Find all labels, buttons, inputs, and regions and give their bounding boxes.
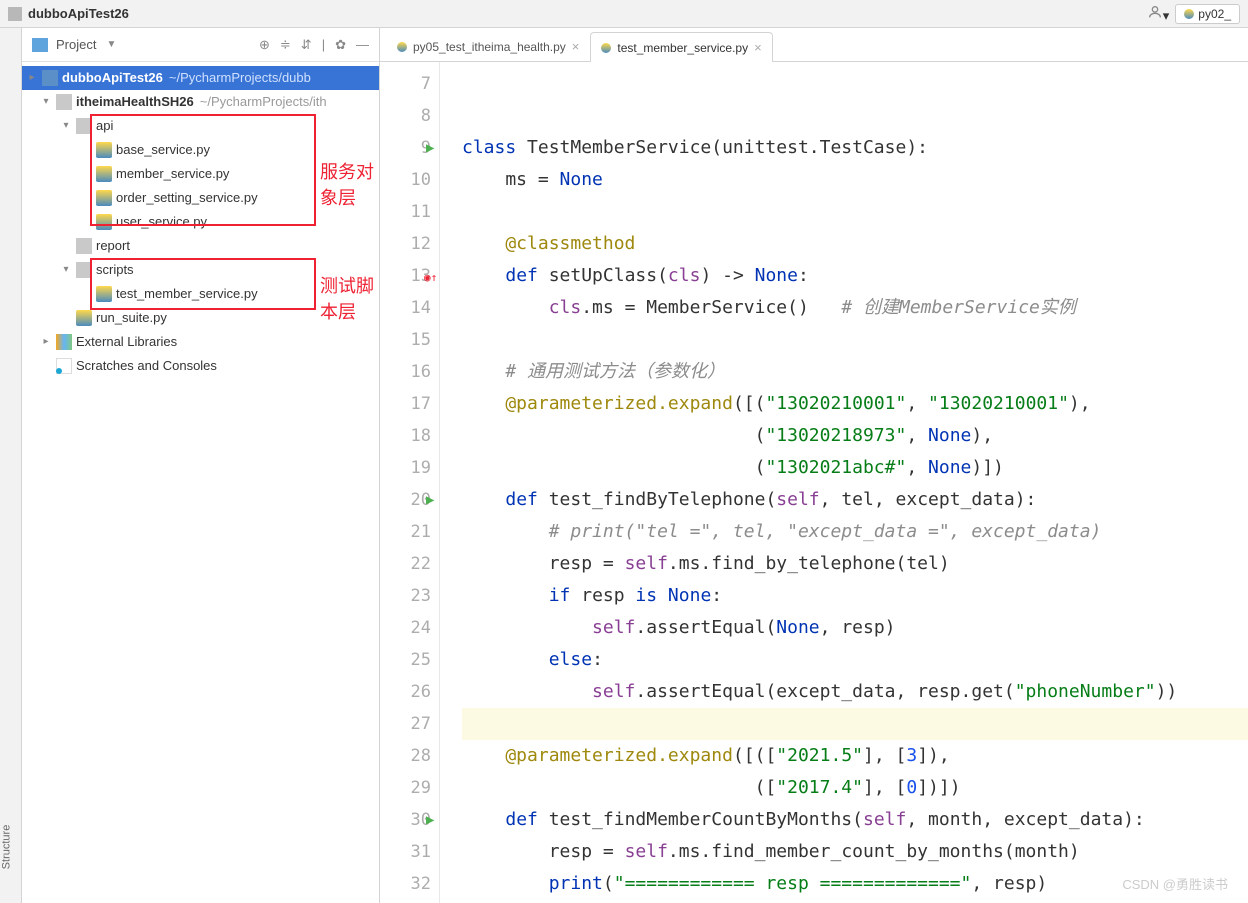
- code-content[interactable]: class TestMemberService(unittest.TestCas…: [440, 62, 1248, 903]
- panel-tools: ⊕ ≑ ⇵ | ✿ —: [259, 37, 369, 53]
- folder-icon: [76, 262, 92, 278]
- hide-icon[interactable]: —: [356, 37, 369, 53]
- run-gutter-icon[interactable]: ▶: [426, 484, 434, 516]
- collapse-all-icon[interactable]: ⇵: [301, 37, 312, 53]
- folder-icon: [8, 7, 22, 21]
- project-panel: Project ▼ ⊕ ≑ ⇵ | ✿ — dubboApiTest26~/Py…: [22, 28, 380, 903]
- divider: |: [322, 37, 325, 53]
- python-file-icon: [96, 166, 112, 182]
- folder-icon: [56, 94, 72, 110]
- python-file-icon: [96, 214, 112, 230]
- folder-icon: [76, 118, 92, 134]
- override-gutter-icon[interactable]: ◉↑: [424, 262, 437, 294]
- panel-title[interactable]: Project: [56, 37, 96, 52]
- close-icon[interactable]: ×: [754, 40, 762, 55]
- python-file-icon: [96, 286, 112, 302]
- annotation-label-api: 服务对象层: [320, 158, 379, 210]
- python-file-icon: [96, 190, 112, 206]
- expand-all-icon[interactable]: ≑: [280, 37, 291, 53]
- scratches-icon: [56, 358, 72, 374]
- tree-api[interactable]: api: [22, 114, 379, 138]
- select-opened-icon[interactable]: ⊕: [259, 37, 270, 53]
- tree-scratches[interactable]: Scratches and Consoles: [22, 354, 379, 378]
- project-icon: [32, 38, 48, 52]
- library-icon: [56, 334, 72, 350]
- watermark: CSDN @勇胜读书: [1122, 874, 1228, 893]
- python-icon: [1184, 9, 1194, 19]
- run-config[interactable]: py02_: [1175, 4, 1240, 24]
- folder-icon: [76, 238, 92, 254]
- run-gutter-icon[interactable]: ▶: [426, 132, 434, 164]
- tab-test-member[interactable]: test_member_service.py×: [590, 32, 772, 62]
- chevron-down-icon[interactable]: ▼: [106, 39, 116, 50]
- code-editor[interactable]: 7891011121314151617181920212223242526272…: [380, 62, 1248, 903]
- gutter[interactable]: 7891011121314151617181920212223242526272…: [380, 62, 440, 903]
- folder-icon: [42, 70, 58, 86]
- tree-ext-lib[interactable]: External Libraries: [22, 330, 379, 354]
- close-icon[interactable]: ×: [572, 39, 580, 54]
- editor-area: py05_test_itheima_health.py× test_member…: [380, 28, 1248, 903]
- python-file-icon: [601, 43, 611, 53]
- editor-tabs: py05_test_itheima_health.py× test_member…: [380, 28, 1248, 62]
- side-rail: Structure: [0, 28, 22, 903]
- structure-tool[interactable]: Structure: [0, 825, 12, 870]
- python-file-icon: [397, 42, 407, 52]
- tree-root[interactable]: dubboApiTest26~/PycharmProjects/dubb: [22, 66, 379, 90]
- project-tree: dubboApiTest26~/PycharmProjects/dubb ith…: [22, 62, 379, 382]
- gear-icon[interactable]: ✿: [335, 37, 346, 53]
- tree-project2[interactable]: itheimaHealthSH26~/PycharmProjects/ith: [22, 90, 379, 114]
- annotation-label-scripts: 测试脚本层: [320, 272, 379, 324]
- title-bar: dubboApiTest26 ▾ py02_: [0, 0, 1248, 28]
- panel-header: Project ▼ ⊕ ≑ ⇵ | ✿ —: [22, 28, 379, 62]
- run-gutter-icon[interactable]: ▶: [426, 804, 434, 836]
- tree-report[interactable]: report: [22, 234, 379, 258]
- tree-file[interactable]: user_service.py: [22, 210, 379, 234]
- python-file-icon: [96, 142, 112, 158]
- python-file-icon: [76, 310, 92, 326]
- tab-py05[interactable]: py05_test_itheima_health.py×: [386, 31, 590, 61]
- project-title: dubboApiTest26: [28, 6, 129, 21]
- user-icon[interactable]: ▾: [1147, 4, 1170, 24]
